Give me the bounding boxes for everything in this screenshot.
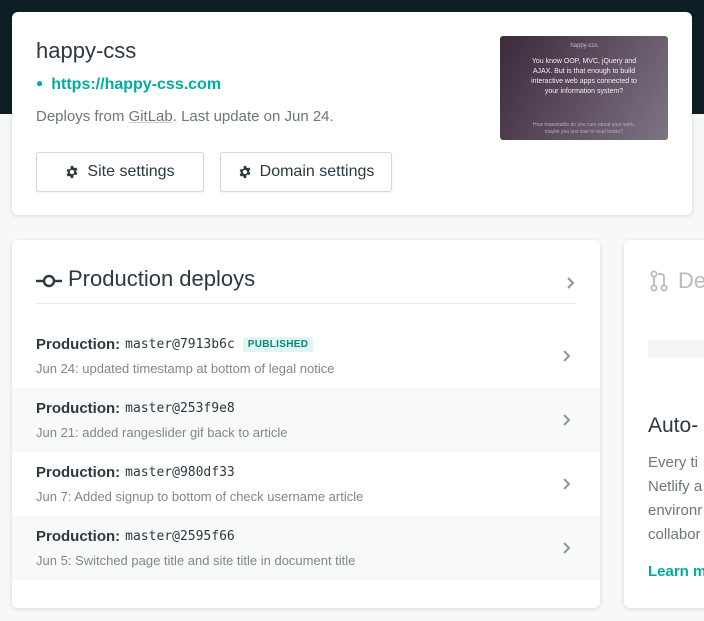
deploy-previews-card: De Auto- Every ti Netlify a environr col… — [624, 240, 704, 608]
domain-settings-button[interactable]: Domain settings — [220, 152, 392, 192]
description-line: collabor — [648, 526, 701, 543]
deploy-commit-ref: master@980df33 — [125, 465, 235, 480]
site-settings-button[interactable]: Site settings — [36, 152, 204, 192]
preview-headline: You know OOP, MVC, jQuery and AJAX. But … — [531, 58, 637, 95]
description-line: environr — [648, 502, 703, 519]
site-url-link[interactable]: ● https://happy-css.com — [36, 76, 221, 94]
gear-icon — [239, 165, 251, 179]
deploy-row[interactable]: Production: master@2595f66 Jun 5: Switch… — [12, 516, 600, 580]
chevron-right-icon — [563, 478, 571, 490]
deploy-row[interactable]: Production: master@253f9e8 Jun 21: added… — [12, 388, 600, 452]
description-line: Every ti — [648, 454, 699, 471]
placeholder-stripe — [648, 340, 704, 358]
deploy-message: Jun 7: Added signup to bottom of check u… — [36, 489, 364, 504]
deploy-commit-ref: master@7913b6c — [125, 337, 235, 352]
deploy-context: Production: — [36, 464, 121, 481]
deploy-message: Jun 21: added rangeslider gif back to ar… — [36, 425, 288, 440]
preview-footer: How reasonable do you care about your wo… — [532, 122, 635, 135]
deploy-context: Production: — [36, 400, 121, 417]
chevron-right-icon — [563, 414, 571, 426]
deploy-info-suffix: . Last update on Jun 24. — [172, 108, 334, 125]
chevron-right-icon — [563, 350, 571, 362]
site-settings-label: Site settings — [87, 163, 175, 180]
preview-header: happy-css — [570, 43, 598, 49]
auto-description: Every ti Netlify a environr collabor — [648, 451, 702, 547]
auto-heading: Auto- — [648, 414, 699, 437]
published-badge: PUBLISHED — [242, 337, 314, 352]
chevron-right-icon — [567, 277, 575, 289]
deploy-row[interactable]: Production: master@980df33 Jun 7: Added … — [12, 452, 600, 516]
site-url-text: https://happy-css.com — [51, 76, 222, 93]
pull-request-icon — [650, 270, 668, 292]
commit-icon — [36, 274, 62, 288]
gear-icon — [66, 165, 78, 179]
deploy-previews-header[interactable]: De — [650, 268, 704, 294]
git-provider-link[interactable]: GitLab — [129, 108, 173, 125]
production-deploys-title: Production deploys — [68, 266, 256, 291]
status-dot-icon: ● — [36, 76, 44, 90]
deploy-info: Deploys from GitLab. Last update on Jun … — [36, 108, 334, 125]
deploy-previews-title: De — [678, 268, 704, 293]
domain-settings-label: Domain settings — [259, 163, 375, 180]
deploy-row[interactable]: Production: master@7913b6c PUBLISHED Jun… — [12, 324, 600, 388]
deploy-message: Jun 24: updated timestamp at bottom of l… — [36, 361, 335, 376]
deploy-commit-ref: master@253f9e8 — [125, 401, 235, 416]
deploy-context: Production: — [36, 336, 121, 353]
deploy-message: Jun 5: Switched page title and site titl… — [36, 553, 356, 568]
site-overview-card: happy-css ● https://happy-css.com Deploys… — [12, 12, 692, 215]
learn-more-link[interactable]: Learn m — [648, 563, 704, 580]
production-deploys-header[interactable]: Production deploys — [36, 266, 576, 304]
chevron-right-icon — [563, 542, 571, 554]
production-deploys-card: Production deploys Production: master@79… — [12, 240, 600, 608]
deploy-commit-ref: master@2595f66 — [125, 529, 235, 544]
site-name: happy-css — [36, 38, 137, 63]
site-preview-thumbnail[interactable]: happy-css You know OOP, MVC, jQuery and … — [500, 36, 668, 140]
description-line: Netlify a — [648, 478, 703, 495]
deploy-context: Production: — [36, 528, 121, 545]
deploy-info-prefix: Deploys from — [36, 108, 129, 125]
